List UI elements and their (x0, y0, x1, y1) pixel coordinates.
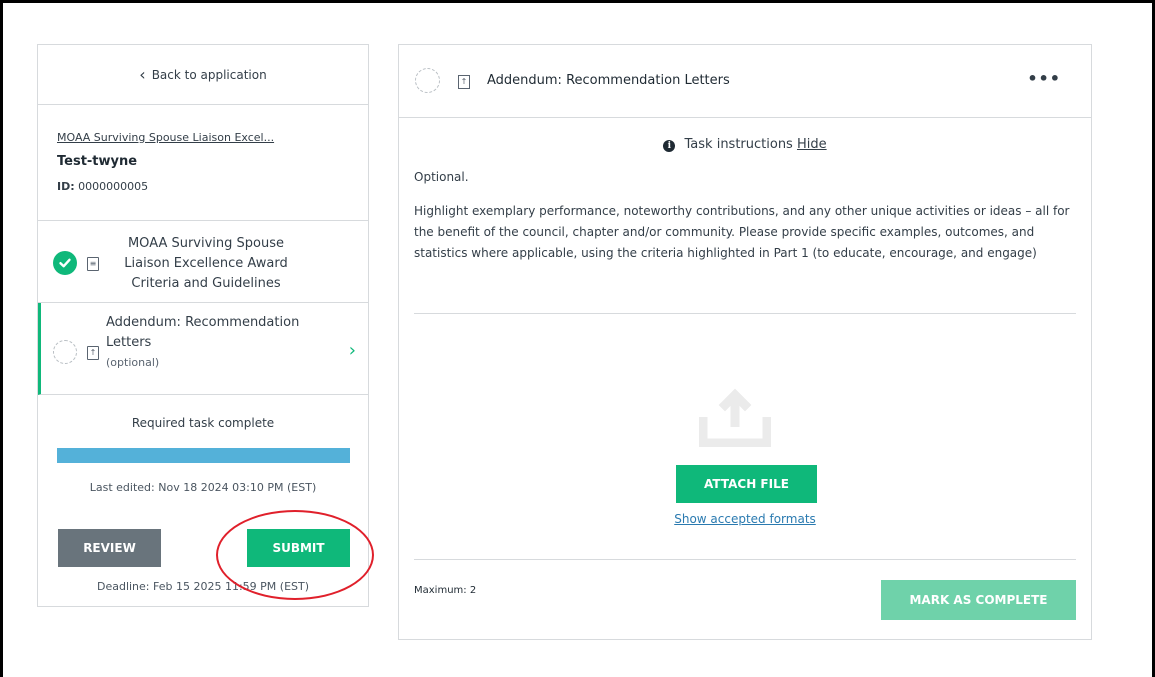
upload-file-icon: ↑ (458, 75, 470, 89)
task-detail-panel: ↑ Addendum: Recommendation Letters ••• i… (398, 44, 1092, 640)
incomplete-status-icon (53, 340, 77, 364)
task-item-criteria-guidelines[interactable]: ≡ MOAA Surviving Spouse Liaison Excellen… (38, 221, 368, 303)
id-value: 0000000005 (78, 180, 149, 193)
id-label: ID: (57, 180, 75, 193)
task-instructions-toggle: i Task instructions Hide (399, 137, 1091, 152)
application-id: ID: 0000000005 (57, 180, 349, 193)
maximum-files-text: Maximum: 2 (414, 585, 477, 596)
hide-instructions-link[interactable]: Hide (797, 137, 827, 152)
application-info: MOAA Surviving Spouse Liaison Excel... T… (38, 105, 368, 221)
last-edited-text: Last edited: Nov 18 2024 03:10 PM (EST) (89, 481, 317, 494)
document-icon: ≡ (87, 257, 99, 271)
applicant-name: Test-twyne (57, 154, 138, 169)
more-options-icon[interactable]: ••• (1027, 69, 1061, 88)
divider (414, 313, 1076, 314)
upload-file-icon: ↑ (87, 346, 99, 360)
show-accepted-formats-link[interactable]: Show accepted formats (399, 512, 1091, 526)
program-link[interactable]: MOAA Surviving Spouse Liaison Excel... (57, 131, 349, 144)
task-description: Highlight exemplary performance, notewor… (414, 204, 1070, 260)
mark-as-complete-button[interactable]: MARK AS COMPLETE (881, 580, 1076, 620)
back-to-application-link[interactable]: ‹ Back to application (38, 45, 368, 105)
required-status-text: Required task complete (131, 416, 275, 430)
task-item-recommendation-letters[interactable]: ↑ Addendum: Recommendation Letters (opti… (38, 303, 368, 395)
task-title: Addendum: Recommendation Letters (106, 315, 300, 350)
divider (414, 559, 1076, 560)
incomplete-status-icon (415, 68, 440, 93)
progress-bar (56, 448, 350, 463)
task-header: ↑ Addendum: Recommendation Letters ••• (399, 45, 1091, 118)
task-label: MOAA Surviving Spouse Liaison Excellence… (124, 236, 288, 291)
task-title: Addendum: Recommendation Letters (487, 73, 730, 88)
optional-text: Optional. (414, 170, 469, 184)
back-link-label: Back to application (151, 67, 267, 82)
attach-file-button[interactable]: ATTACH FILE (676, 465, 817, 503)
instructions-label: Task instructions (684, 137, 793, 152)
chevron-right-icon: › (348, 340, 356, 361)
task-label: Addendum: Recommendation Letters (option… (106, 313, 306, 373)
upload-icon (699, 388, 771, 447)
chevron-left-icon: ‹ (139, 64, 146, 84)
complete-check-icon (53, 251, 77, 275)
info-icon: i (663, 140, 676, 152)
red-annotation-circle (216, 510, 374, 600)
optional-label: (optional) (106, 356, 160, 369)
review-button[interactable]: REVIEW (58, 529, 161, 567)
